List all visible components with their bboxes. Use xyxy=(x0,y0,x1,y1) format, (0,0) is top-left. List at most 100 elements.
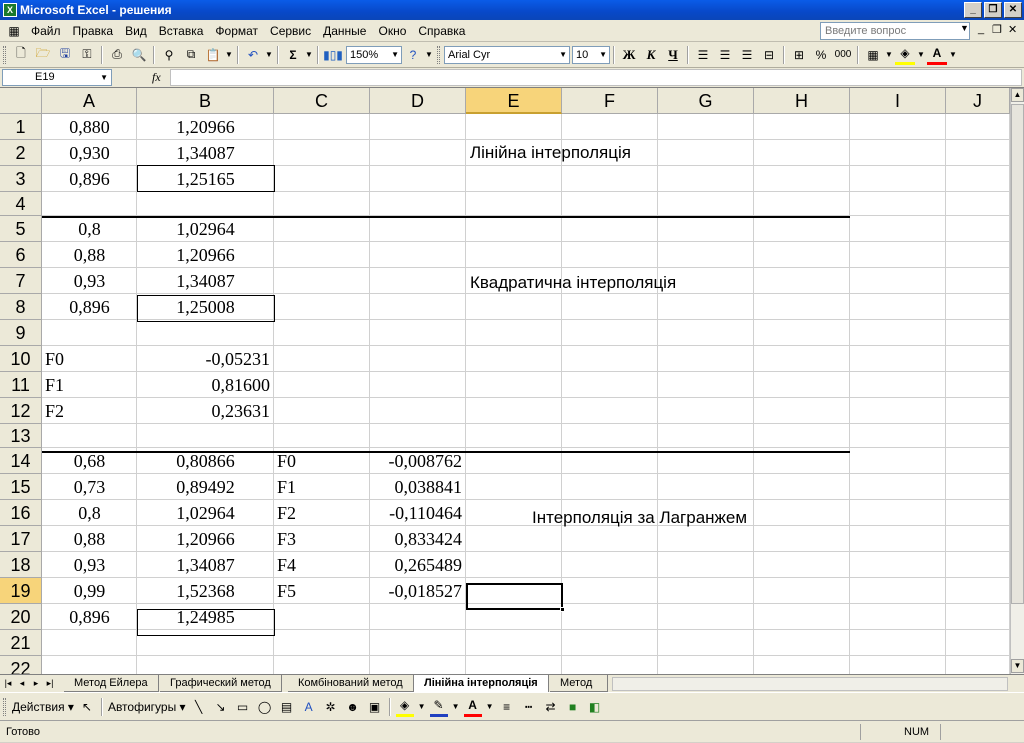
function-icon[interactable]: fx xyxy=(152,70,161,85)
chevron-down-icon[interactable]: ▼ xyxy=(265,45,273,65)
column-header-i[interactable]: I xyxy=(850,88,946,114)
row-header-9[interactable]: 9 xyxy=(0,320,42,346)
chevron-down-icon[interactable]: ▼ xyxy=(425,45,433,65)
chevron-down-icon[interactable]: ▼ xyxy=(960,23,969,33)
print-preview-icon[interactable]: 🔍 xyxy=(129,45,149,65)
cell-d15[interactable]: 0,038841 xyxy=(370,474,466,500)
tab-graphical-method[interactable]: Графический метод xyxy=(160,675,282,692)
tab-euler-method[interactable]: Метод Ейлера xyxy=(64,675,159,692)
column-header-f[interactable]: F xyxy=(562,88,658,114)
cell-b18[interactable]: 1,34087 xyxy=(137,552,274,578)
cell-b12[interactable]: 0,23631 xyxy=(137,398,274,424)
cell-d17[interactable]: 0,833424 xyxy=(370,526,466,552)
row-header-21[interactable]: 21 xyxy=(0,630,42,656)
permission-icon[interactable]: ⚿ xyxy=(77,45,97,65)
active-cell-e19[interactable] xyxy=(466,583,565,612)
chevron-down-icon[interactable]: ▼ xyxy=(917,45,925,65)
row-header-8[interactable]: 8 xyxy=(0,294,42,320)
fill-handle[interactable] xyxy=(560,607,565,612)
row-header-20[interactable]: 20 xyxy=(0,604,42,630)
font-size-select[interactable]: 10 ▼ xyxy=(572,45,610,64)
line-icon[interactable]: ╲ xyxy=(190,697,208,717)
cell-b10[interactable]: -0,05231 xyxy=(137,346,274,372)
cell-a16[interactable]: 0,8 xyxy=(42,500,137,526)
draw-actions-menu[interactable]: Действия ▾ xyxy=(12,697,74,717)
row-header-1[interactable]: 1 xyxy=(0,114,42,140)
paste-icon[interactable]: 📋 xyxy=(203,45,223,65)
chevron-down-icon[interactable]: ▼ xyxy=(225,45,233,65)
row-header-16[interactable]: 16 xyxy=(0,500,42,526)
fill-color-icon[interactable]: ◈ xyxy=(395,697,414,717)
line-color-icon[interactable]: ✎ xyxy=(429,697,448,717)
column-header-e[interactable]: E xyxy=(466,88,562,114)
doc-close-button[interactable]: ✕ xyxy=(1008,23,1017,36)
row-header-7[interactable]: 7 xyxy=(0,268,42,294)
open-icon[interactable]: 🗁 xyxy=(33,45,53,65)
toolbar-grip[interactable] xyxy=(437,45,440,64)
cell-b16[interactable]: 1,02964 xyxy=(137,500,274,526)
row-header-2[interactable]: 2 xyxy=(0,140,42,166)
thousands-button[interactable]: 000 xyxy=(833,45,853,65)
dash-style-icon[interactable]: ┅ xyxy=(520,697,538,717)
font-color-icon[interactable]: A xyxy=(927,45,947,65)
cell-a8[interactable]: 0,896 xyxy=(42,294,137,320)
next-sheet-button[interactable]: ▸ xyxy=(30,677,42,690)
menu-insert[interactable]: Вставка xyxy=(153,20,210,42)
menu-window[interactable]: Окно xyxy=(372,20,412,42)
row-header-3[interactable]: 3 xyxy=(0,166,42,192)
chevron-down-icon[interactable]: ▼ xyxy=(418,697,426,717)
menu-help[interactable]: Справка xyxy=(412,20,471,42)
3d-icon[interactable]: ◧ xyxy=(586,697,604,717)
autoshapes-menu[interactable]: Автофигуры ▾ xyxy=(108,697,186,717)
undo-icon[interactable]: ↶ xyxy=(243,45,263,65)
tab-gauss-method[interactable]: Метод Га xyxy=(550,675,608,692)
cell-b6[interactable]: 1,20966 xyxy=(137,242,274,268)
new-icon[interactable]: 🗋 xyxy=(11,45,31,65)
chevron-down-icon[interactable]: ▼ xyxy=(452,697,460,717)
row-header-17[interactable]: 17 xyxy=(0,526,42,552)
column-header-j[interactable]: J xyxy=(946,88,1010,114)
row-header-4[interactable]: 4 xyxy=(0,192,42,216)
select-objects-icon[interactable]: ↖ xyxy=(78,697,96,717)
row-header-10[interactable]: 10 xyxy=(0,346,42,372)
arrow-style-icon[interactable]: ⇄ xyxy=(542,697,560,717)
help-icon[interactable]: ? xyxy=(403,45,423,65)
row-header-19[interactable]: 19 xyxy=(0,578,42,604)
cell-c18[interactable]: F4 xyxy=(274,552,370,578)
cell-a15[interactable]: 0,73 xyxy=(42,474,137,500)
align-center-icon[interactable]: ☰ xyxy=(715,45,735,65)
first-sheet-button[interactable]: |◂ xyxy=(2,677,14,690)
cell-c16[interactable]: F2 xyxy=(274,500,370,526)
menu-view[interactable]: Вид xyxy=(119,20,153,42)
close-button[interactable]: ✕ xyxy=(1004,2,1022,18)
cell-d19[interactable]: -0,018527 xyxy=(370,578,466,604)
doc-minimize-button[interactable]: _ xyxy=(978,23,984,35)
cell-d16[interactable]: -0,110464 xyxy=(370,500,466,526)
align-left-icon[interactable]: ☰ xyxy=(693,45,713,65)
toolbar-grip[interactable] xyxy=(3,697,6,716)
print-icon[interactable]: ⎙ xyxy=(107,45,127,65)
merge-center-icon[interactable]: ⊟ xyxy=(759,45,779,65)
cell-c15[interactable]: F1 xyxy=(274,474,370,500)
clipart-icon[interactable]: ☻ xyxy=(344,697,362,717)
arrow-icon[interactable]: ↘ xyxy=(212,697,230,717)
oval-icon[interactable]: ◯ xyxy=(256,697,274,717)
cell-b19[interactable]: 1,52368 xyxy=(137,578,274,604)
menu-format[interactable]: Формат xyxy=(209,20,264,42)
font-name-select[interactable]: Arial Cyr ▼ xyxy=(444,45,570,64)
cell-a10[interactable]: F0 xyxy=(42,346,137,372)
autosum-button[interactable]: Σ xyxy=(283,45,303,65)
menu-tools[interactable]: Сервис xyxy=(264,20,317,42)
row-header-14[interactable]: 14 xyxy=(0,448,42,474)
row-header-22[interactable]: 22 xyxy=(0,656,42,674)
cell-a7[interactable]: 0,93 xyxy=(42,268,137,294)
row-header-15[interactable]: 15 xyxy=(0,474,42,500)
textbox-icon[interactable]: ▤ xyxy=(278,697,296,717)
cell-a1[interactable]: 0,880 xyxy=(42,114,137,140)
row-header-12[interactable]: 12 xyxy=(0,398,42,424)
tab-combined-method[interactable]: Комбінований метод xyxy=(288,675,414,692)
doc-restore-button[interactable]: ❐ xyxy=(992,23,1002,36)
cell-a19[interactable]: 0,99 xyxy=(42,578,137,604)
rectangle-icon[interactable]: ▭ xyxy=(234,697,252,717)
line-style-icon[interactable]: ≡ xyxy=(498,697,516,717)
